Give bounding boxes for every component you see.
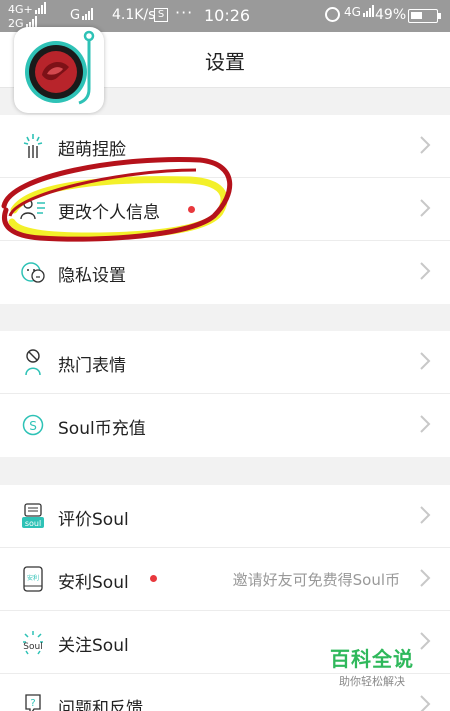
share-icon: 安利: [23, 566, 43, 592]
settings-item-share[interactable]: 安利 安利Soul 邀请好友可免费得Soul币: [0, 548, 450, 611]
settings-item-label: 评价Soul: [58, 510, 129, 530]
clock: 10:26: [204, 6, 251, 25]
new-badge: [150, 575, 157, 582]
chevron-right-icon: [420, 199, 431, 217]
svg-text:soul: soul: [25, 519, 41, 528]
settings-item-hint: 邀请好友可免费得Soul币: [232, 571, 400, 589]
rate-icon: soul: [22, 503, 44, 528]
settings-item-label: 更改个人信息: [58, 203, 160, 223]
watermark: 百科全说 助你轻松解决: [327, 643, 417, 689]
chevron-right-icon: [420, 632, 431, 650]
chevron-right-icon: [420, 569, 431, 587]
network-type-right: 4G: [344, 5, 374, 19]
svg-text:?: ?: [30, 698, 35, 709]
watermark-subtitle: 助你轻松解决: [339, 675, 405, 688]
profile-edit-icon: [20, 199, 45, 220]
settings-item-label: Soul币充值: [58, 419, 146, 439]
network-speed: 4.1K/s: [112, 7, 156, 23]
more-notifications-icon: ···: [175, 3, 194, 22]
battery-percent: 49%: [375, 7, 407, 23]
sticker-icon: [25, 349, 41, 376]
settings-item-label: 热门表情: [58, 356, 126, 376]
signal-icon: [362, 5, 374, 17]
soul-app-logo-icon: [14, 27, 104, 113]
settings-item-label: 问题和反馈: [58, 699, 143, 711]
face-pinch-icon: [23, 134, 43, 158]
svg-text:Soul: Soul: [23, 642, 42, 652]
settings-item-label: 超萌捏脸: [58, 140, 126, 160]
alarm-icon: [325, 7, 340, 22]
chevron-right-icon: [420, 415, 431, 433]
settings-item-privacy[interactable]: 隐私设置: [0, 241, 450, 304]
settings-item-profile[interactable]: 更改个人信息: [0, 178, 450, 241]
privacy-face-icon: [21, 262, 45, 283]
chevron-right-icon: [420, 136, 431, 154]
svg-text:安利: 安利: [27, 574, 39, 582]
battery-icon: [408, 9, 441, 23]
chevron-right-icon: [420, 506, 431, 524]
chevron-right-icon: [420, 695, 431, 711]
settings-item-face-pinch[interactable]: 超萌捏脸: [0, 115, 450, 178]
chevron-right-icon: [420, 352, 431, 370]
network-indicator: 4G+ 2G: [8, 2, 46, 30]
network-type: G: [70, 8, 94, 23]
new-badge: [188, 206, 195, 213]
s-badge-icon: S: [154, 8, 168, 22]
settings-item-label: 隐私设置: [58, 266, 126, 286]
coin-icon: S: [22, 414, 44, 436]
signal-icon: [82, 8, 94, 20]
settings-item-label: 关注Soul: [58, 636, 129, 656]
settings-item-stickers[interactable]: 热门表情: [0, 331, 450, 394]
settings-item-rate[interactable]: soul 评价Soul: [0, 485, 450, 548]
settings-item-label: 安利Soul: [58, 573, 129, 593]
watermark-title: 百科全说: [330, 647, 414, 671]
help-icon: ?: [25, 694, 41, 711]
signal-icon: [34, 2, 46, 14]
follow-icon: Soul: [23, 631, 43, 655]
chevron-right-icon: [420, 262, 431, 280]
settings-item-recharge[interactable]: S Soul币充值: [0, 394, 450, 457]
svg-text:S: S: [29, 419, 37, 433]
